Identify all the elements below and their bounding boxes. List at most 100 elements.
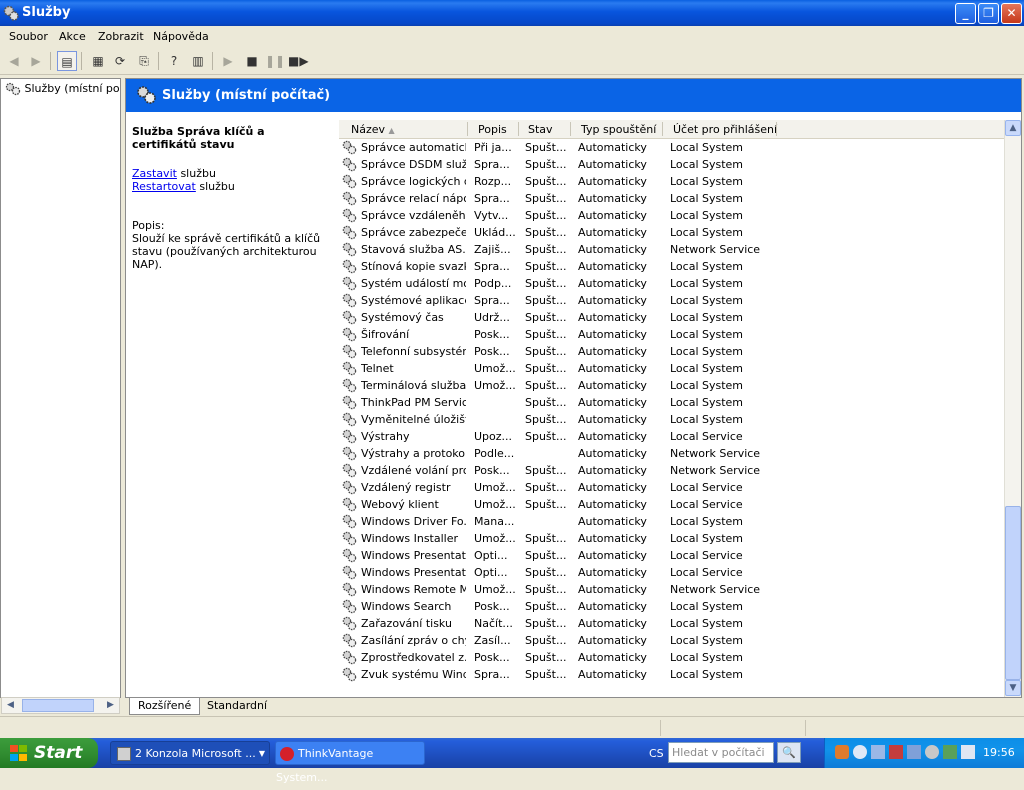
forward-icon[interactable]: ▶: [26, 51, 46, 71]
table-row[interactable]: Webový klient Umož... Spušt... Automaticky L…: [339, 496, 1004, 513]
menu-action[interactable]: Akce: [59, 30, 86, 43]
service-name: ThinkPad PM Service: [361, 396, 466, 409]
column-startup-type[interactable]: Typ spouštění: [581, 123, 656, 136]
table-row[interactable]: Zařazování tisku Načít... Spušt... Automati…: [339, 615, 1004, 632]
table-row[interactable]: Systémové aplikace... Spra... Spušt... Auto…: [339, 292, 1004, 309]
table-row[interactable]: Výstrahy Upoz... Spušt... Automaticky Local …: [339, 428, 1004, 445]
table-row[interactable]: Zvuk systému Wind... Spra... Spušt... Autom…: [339, 666, 1004, 683]
pause-service-icon[interactable]: ❚❚: [265, 51, 285, 71]
table-row[interactable]: Stínová kopie svazku Spra... Spušt... Autom…: [339, 258, 1004, 275]
table-row[interactable]: Windows Installer Umož... Spušt... Automati…: [339, 530, 1004, 547]
tray-display-icon[interactable]: [907, 745, 921, 759]
menu-help[interactable]: Nápověda: [153, 30, 209, 43]
windows-logo-icon: [10, 745, 27, 761]
desktop-search-input[interactable]: Hledat v počítači: [668, 742, 774, 763]
table-row[interactable]: Vzdálený registr Umož... Spušt... Automatic…: [339, 479, 1004, 496]
table-row[interactable]: Zasílání zpráv o chy... Zasíl... Spušt... A…: [339, 632, 1004, 649]
minimize-button[interactable]: _: [955, 3, 976, 24]
scroll-left-icon[interactable]: ◀: [3, 698, 18, 713]
column-divider[interactable]: [662, 122, 663, 136]
column-divider[interactable]: [518, 122, 519, 136]
tray-network-icon[interactable]: [871, 745, 885, 759]
service-description: Umož...: [474, 498, 516, 511]
table-row[interactable]: Šifrování Posk... Spušt... Automaticky Local…: [339, 326, 1004, 343]
service-name: Správce DSDM služ...: [361, 158, 466, 171]
stop-service-icon[interactable]: ■: [242, 51, 262, 71]
start-service-icon[interactable]: ▶: [218, 51, 238, 71]
table-row[interactable]: ThinkPad PM Service Spušt... Automaticky Lo…: [339, 394, 1004, 411]
table-row[interactable]: Vyměnitelné úložiště Spušt... Automaticky L…: [339, 411, 1004, 428]
table-row[interactable]: Zprostředkovatel z... Posk... Spušt... Auto…: [339, 649, 1004, 666]
tab-extended[interactable]: Rozšířené: [129, 698, 201, 715]
clock[interactable]: 19:56: [983, 746, 1015, 759]
action-pane-icon[interactable]: ▥: [188, 51, 208, 71]
table-row[interactable]: Správce logických d... Rozp... Spušt... Aut…: [339, 173, 1004, 190]
column-divider[interactable]: [776, 122, 777, 136]
refresh-icon[interactable]: ⟳: [110, 51, 130, 71]
column-divider[interactable]: [467, 122, 468, 136]
table-row[interactable]: Telnet Umož... Spušt... Automaticky Local Sy…: [339, 360, 1004, 377]
chevron-down-icon: ▼: [258, 749, 265, 758]
table-row[interactable]: Správce zabezpeče... Uklád... Spušt... Auto…: [339, 224, 1004, 241]
table-row[interactable]: Windows Search Posk... Spušt... Automaticky…: [339, 598, 1004, 615]
table-row[interactable]: Správce relací nápo... Spra... Spušt... Aut…: [339, 190, 1004, 207]
column-description[interactable]: Popis: [478, 123, 507, 136]
column-name[interactable]: Název ▲: [351, 123, 395, 136]
scroll-up-icon[interactable]: ▲: [1005, 120, 1021, 136]
table-row[interactable]: Výstrahy a protokol... Podle... Automatick…: [339, 445, 1004, 462]
scroll-thumb[interactable]: [22, 699, 94, 712]
column-status[interactable]: Stav: [528, 123, 553, 136]
table-row[interactable]: Windows Remote M... Umož... Spušt... Automa…: [339, 581, 1004, 598]
table-row[interactable]: Systém událostí mo... Podp... Spušt... Auto…: [339, 275, 1004, 292]
tray-security-icon[interactable]: [889, 745, 903, 759]
service-logon-account: Local System: [670, 396, 744, 409]
table-row[interactable]: Telefonní subsystém Posk... Spušt... Automa…: [339, 343, 1004, 360]
service-name: Správce automatick...: [361, 141, 466, 154]
table-row[interactable]: Windows Presentat... Opti... Spušt... Autom…: [339, 564, 1004, 581]
taskbar-item-mmc[interactable]: 2 Konzola Microsoft ... ▼: [110, 741, 270, 765]
search-icon[interactable]: 🔍: [777, 742, 801, 763]
help-icon[interactable]: ?: [164, 51, 184, 71]
maximize-button[interactable]: ❐: [978, 3, 999, 24]
restart-service-link[interactable]: Restartovat: [132, 180, 196, 193]
tray-volume-icon[interactable]: [925, 745, 939, 759]
service-logon-account: Local System: [670, 617, 744, 630]
start-button[interactable]: Start: [0, 738, 98, 768]
table-row[interactable]: Windows Presentat... Opti... Spušt... Autom…: [339, 547, 1004, 564]
stop-service-link[interactable]: Zastavit: [132, 167, 177, 180]
tab-standard[interactable]: Standardní: [199, 698, 275, 714]
column-divider[interactable]: [570, 122, 571, 136]
table-row[interactable]: Terminálová služba Umož... Spušt... Automat…: [339, 377, 1004, 394]
table-row[interactable]: Systémový čas Udrž... Spušt... Automaticky L…: [339, 309, 1004, 326]
title-bar[interactable]: Služby _ ❐ ✕: [0, 0, 1024, 26]
tree-item-services[interactable]: Služby (místní počíta: [5, 82, 120, 96]
restart-service-icon[interactable]: ■▶: [288, 51, 309, 71]
scroll-down-icon[interactable]: ▼: [1005, 680, 1021, 696]
menu-view[interactable]: Zobrazit: [98, 30, 144, 43]
back-icon[interactable]: ◀: [4, 51, 24, 71]
tree-horizontal-scrollbar[interactable]: ◀ ▶: [1, 697, 120, 714]
table-row[interactable]: Windows Driver Fo... Mana... Automaticky Lo…: [339, 513, 1004, 530]
language-indicator[interactable]: CS: [649, 747, 664, 760]
table-row[interactable]: Správce automatick... Při ja... Spušt... Au…: [339, 139, 1004, 156]
scroll-thumb[interactable]: [1005, 506, 1021, 680]
close-button[interactable]: ✕: [1001, 3, 1022, 24]
taskbar-item-thinkvantage[interactable]: ThinkVantage System...: [275, 741, 425, 784]
list-vertical-scrollbar[interactable]: ▲ ▼: [1004, 120, 1021, 697]
service-startup-type: Automaticky: [578, 396, 647, 409]
tray-device-icon[interactable]: [961, 745, 975, 759]
service-description: Umož...: [474, 481, 516, 494]
tray-search-icon[interactable]: [853, 745, 867, 759]
table-row[interactable]: Správce DSDM služ... Spra... Spušt... Autom…: [339, 156, 1004, 173]
table-row[interactable]: Stavová služba AS... Zajiš... Spušt... Auto…: [339, 241, 1004, 258]
export-list-icon[interactable]: ⎘: [134, 51, 154, 71]
column-logon-account[interactable]: Účet pro přihlášení: [673, 123, 777, 136]
menu-file[interactable]: Soubor: [9, 30, 48, 43]
show-tree-icon[interactable]: ▤: [57, 51, 77, 71]
tray-power-icon[interactable]: [943, 745, 957, 759]
table-row[interactable]: Vzdálené volání pro... Posk... Spušt... Aut…: [339, 462, 1004, 479]
properties-icon[interactable]: ▦: [88, 51, 108, 71]
scroll-right-icon[interactable]: ▶: [103, 698, 118, 713]
tray-app-icon[interactable]: [835, 745, 849, 759]
table-row[interactable]: Správce vzdáleněh... Vytv... Spušt... Autom…: [339, 207, 1004, 224]
